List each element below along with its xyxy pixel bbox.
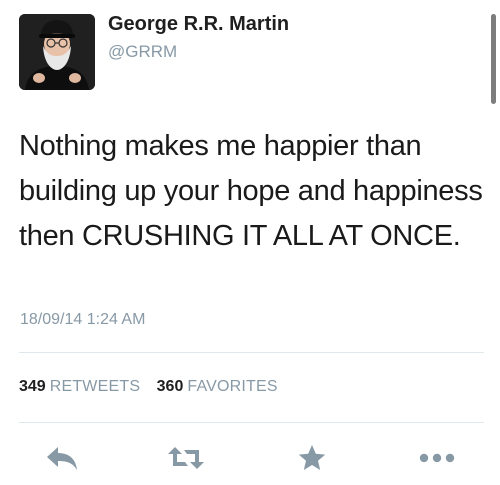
divider [19, 352, 484, 353]
scrollbar[interactable] [491, 14, 496, 104]
author-display-name[interactable]: George R.R. Martin [108, 13, 289, 36]
tweet-stats: 349 RETWEETS 360 FAVORITES [19, 378, 290, 396]
divider [19, 422, 484, 423]
more-dots-icon [419, 453, 455, 463]
retweets-count: 349 [19, 378, 46, 395]
reply-icon [47, 447, 77, 470]
favorites-label: FAVORITES [187, 378, 278, 395]
tweet-text: Nothing makes me happier than building u… [19, 130, 483, 252]
favorites-count: 360 [156, 378, 184, 395]
retweet-icon [168, 447, 204, 469]
tweet-timestamp: 18/09/14 1:24 AM [20, 311, 146, 328]
reply-button[interactable] [42, 440, 82, 476]
favorite-button[interactable] [292, 440, 332, 476]
retweet-button[interactable] [166, 440, 206, 476]
retweets-stat[interactable]: 349 RETWEETS [19, 378, 157, 395]
user-photo-avatar-icon [19, 14, 95, 90]
star-icon [298, 445, 326, 470]
author-handle[interactable]: @GRRM [108, 42, 177, 62]
favorites-stat[interactable]: 360 FAVORITES [157, 378, 290, 395]
retweets-label: RETWEETS [49, 378, 141, 395]
author-avatar[interactable] [19, 14, 95, 90]
more-button[interactable] [417, 440, 457, 476]
